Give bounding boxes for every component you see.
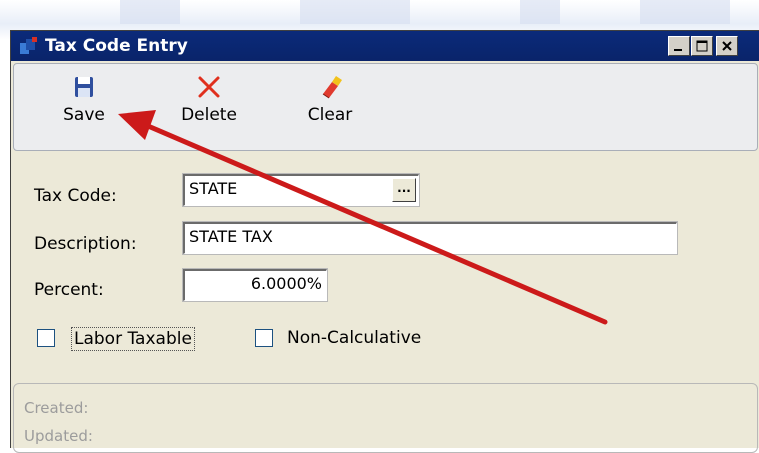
tax-code-entry-window: Tax Code Entry Save Delete Clear Tax Cod…	[10, 30, 759, 453]
delete-x-icon	[198, 76, 220, 98]
toolbar: Save Delete Clear	[13, 63, 758, 151]
description-value: STATE TAX	[189, 227, 273, 246]
close-button[interactable]	[716, 36, 738, 56]
delete-label: Delete	[181, 105, 237, 125]
delete-button[interactable]: Delete	[174, 72, 244, 126]
background-shape	[520, 0, 560, 24]
labor-taxable-checkbox[interactable]	[37, 329, 55, 347]
description-field[interactable]: STATE TAX	[183, 222, 677, 254]
maximize-icon	[696, 40, 708, 52]
tax-code-value: STATE	[189, 179, 238, 198]
save-label: Save	[63, 105, 105, 125]
save-button[interactable]: Save	[54, 72, 114, 126]
percent-label: Percent:	[34, 280, 104, 300]
app-icon	[20, 37, 37, 54]
non-calculative-checkbox[interactable]	[255, 329, 273, 347]
background-shape	[640, 0, 730, 24]
description-label: Description:	[34, 234, 137, 254]
maximize-button[interactable]	[691, 36, 713, 56]
eraser-icon	[322, 76, 342, 99]
tax-code-label: Tax Code:	[34, 186, 117, 206]
background-shape	[300, 0, 410, 24]
title-bar[interactable]: Tax Code Entry	[11, 31, 759, 61]
window-title: Tax Code Entry	[45, 36, 188, 56]
tax-code-lookup-button[interactable]: ...	[392, 178, 416, 202]
non-calculative-label[interactable]: Non-Calculative	[287, 327, 421, 349]
minimize-icon	[674, 49, 682, 51]
audit-info-panel: Created: Updated:	[13, 383, 758, 453]
labor-taxable-label[interactable]: Labor Taxable	[71, 327, 195, 351]
percent-field[interactable]: 6.0000%	[183, 269, 327, 301]
background-shape	[120, 0, 180, 24]
close-icon	[722, 41, 732, 51]
percent-value: 6.0000%	[250, 274, 322, 293]
created-label: Created:	[24, 399, 89, 417]
clear-label: Clear	[307, 105, 353, 125]
minimize-button[interactable]	[668, 36, 690, 56]
clear-button[interactable]: Clear	[300, 72, 360, 126]
tax-code-field[interactable]: STATE ...	[183, 174, 419, 206]
updated-label: Updated:	[24, 427, 93, 445]
floppy-disk-icon	[75, 77, 93, 97]
